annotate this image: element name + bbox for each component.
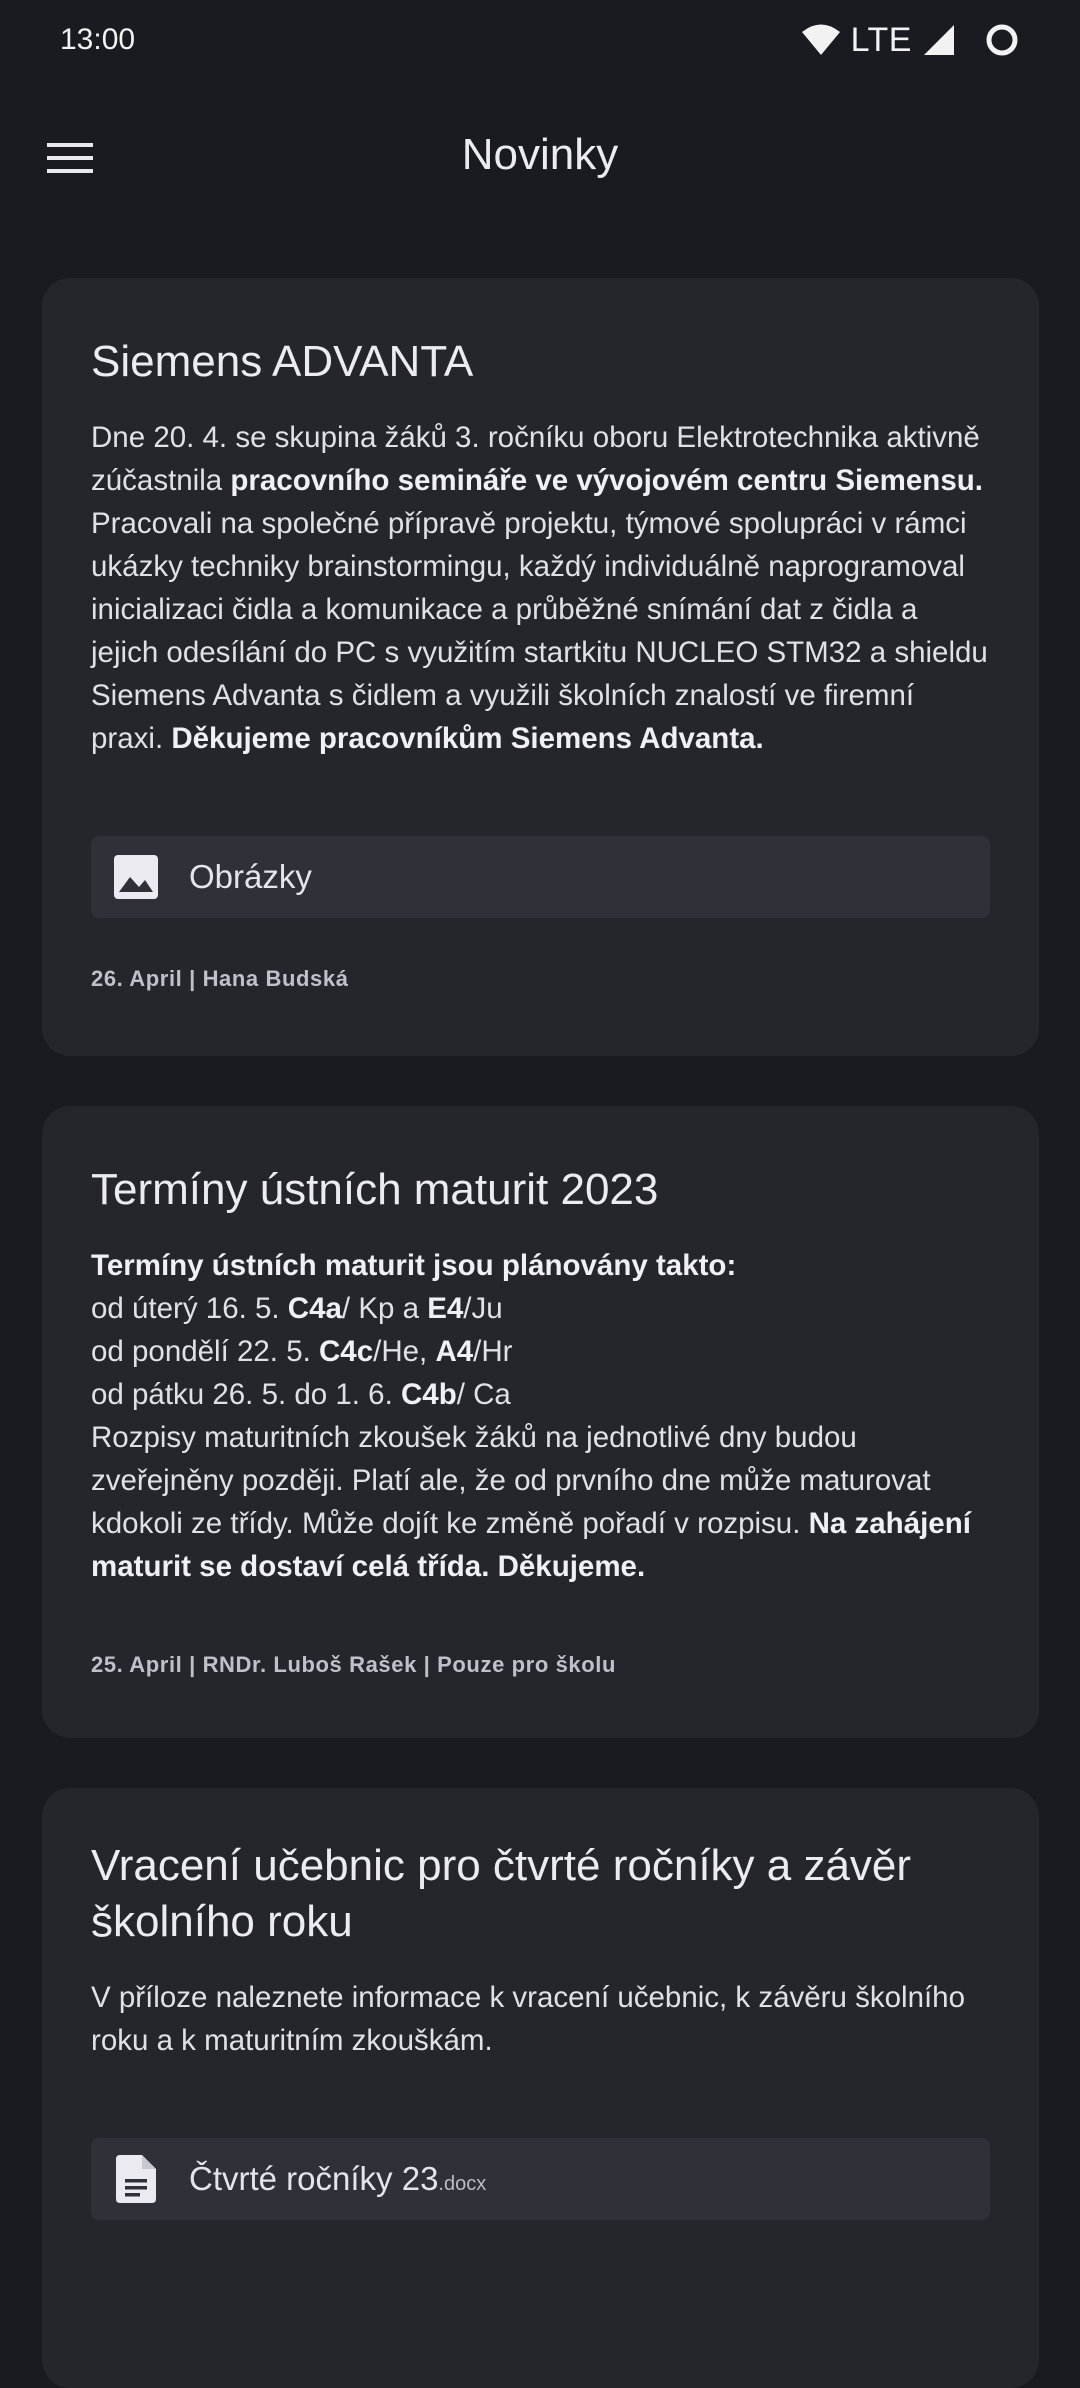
card-body: V příloze naleznete informace k vracení … [91, 1976, 990, 2062]
card-title-line: školního roku [91, 1897, 353, 1946]
attachment-button[interactable]: Obrázky [91, 836, 990, 918]
body-text: Siemens Advanta s čidlem a využili školn… [91, 679, 915, 712]
body-text: od pátku 26. 5. do 1. 6. [91, 1378, 401, 1411]
body-text: kdokoli ze třídy. Může dojít ke změně po… [91, 1507, 809, 1540]
body-text: V příloze naleznete informace k vracení … [91, 1981, 965, 2014]
body-text: od úterý 16. 5. [91, 1292, 288, 1325]
body-text: /Ju [463, 1292, 503, 1325]
image-icon [111, 852, 161, 902]
network-type: LTE [850, 20, 912, 59]
card-title: Siemens ADVANTA [91, 337, 474, 386]
body-bold: maturit se dostaví celá třída. Děkujeme. [91, 1550, 646, 1583]
body-text: jejich odesílání do PC s využitím startk… [91, 636, 988, 669]
body-bold: Na zahájení [808, 1507, 971, 1540]
attachment-button[interactable]: Čtvrté ročníky 23 .docx [91, 2138, 990, 2220]
news-card[interactable]: Vracení učebnic pro čtvrté ročníky a záv… [42, 1788, 1039, 2388]
body-text: / Ca [456, 1378, 511, 1411]
body-bold: E4 [427, 1292, 464, 1325]
card-title: Vracení učebnic pro čtvrté ročníky a záv… [91, 1788, 990, 1950]
body-bold: Děkujeme pracovníkům Siemens Advanta. [171, 722, 764, 755]
page-title: Novinky [461, 130, 619, 179]
body-bold: C4a [287, 1292, 342, 1325]
body-text: praxi. [91, 722, 172, 755]
body-text: zúčastnila [91, 464, 231, 497]
body-bold: C4b [400, 1378, 457, 1411]
card-title: Termíny ústních maturit 2023 [91, 1165, 659, 1214]
attachment-extension: .docx [438, 2172, 487, 2195]
post-meta: 26. April | Hana Budská [91, 966, 349, 991]
battery-icon [984, 22, 1020, 58]
body-text: Rozpisy maturitních zkoušek žáků na jedn… [91, 1421, 857, 1454]
app-bar: Novinky [0, 110, 1080, 210]
body-text: inicializaci čidla a komunikace a průběž… [91, 593, 918, 626]
body-text: Dne 20. 4. se skupina žáků 3. ročníku ob… [91, 421, 980, 454]
body-bold: C4c [319, 1335, 374, 1368]
body-text: ukázky techniky brainstormingu, každý in… [91, 550, 965, 583]
post-meta: 25. April | RNDr. Luboš Rašek | Pouze pr… [91, 1652, 617, 1677]
status-bar: 13:00 LTE [0, 0, 1080, 80]
news-card[interactable]: Siemens ADVANTA Dne 20. 4. se skupina žá… [42, 278, 1039, 1056]
body-text: roku a k maturitním zkouškám. [91, 2024, 493, 2057]
wifi-icon [801, 23, 841, 57]
status-icons: LTE [801, 21, 1020, 60]
body-text: /He, [373, 1335, 436, 1368]
document-icon [111, 2154, 161, 2204]
body-bold: A4 [435, 1335, 474, 1368]
body-text: /Hr [473, 1335, 513, 1368]
attachment-label: Čtvrté ročníky 23 [189, 2160, 439, 2197]
body-text: Pracovali na společné přípravě projektu,… [91, 507, 967, 540]
body-text: / Kp a [341, 1292, 428, 1325]
card-body: Dne 20. 4. se skupina žáků 3. ročníku ob… [91, 416, 990, 760]
body-text: od pondělí 22. 5. [91, 1335, 319, 1368]
body-text: zveřejněny později. Platí ale, že od prv… [91, 1464, 931, 1497]
body-bold: Termíny ústních maturit jsou plánovány t… [91, 1249, 737, 1282]
body-bold: pracovního semináře ve vývojovém centru … [230, 464, 983, 497]
card-title-line: Vracení učebnic pro čtvrté ročníky a záv… [91, 1841, 912, 1890]
attachment-label: Obrázky [189, 858, 312, 895]
news-card[interactable]: Termíny ústních maturit 2023 Termíny úst… [42, 1106, 1039, 1738]
signal-icon [922, 23, 956, 57]
card-body: Termíny ústních maturit jsou plánovány t… [91, 1244, 990, 1588]
status-time: 13:00 [60, 23, 136, 56]
